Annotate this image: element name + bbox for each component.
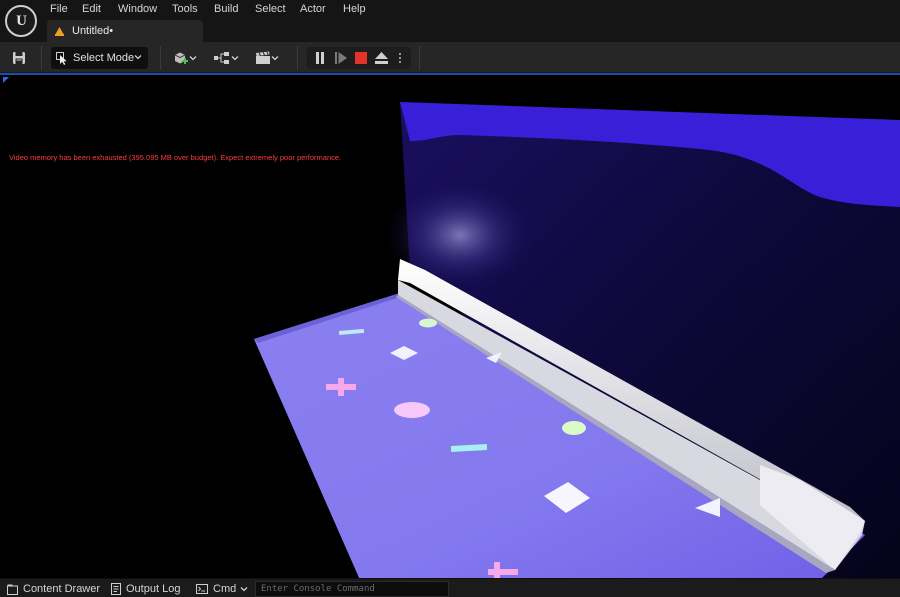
save-button[interactable] [8,47,30,69]
console-command-input[interactable] [255,581,449,597]
more-icon [398,52,402,64]
clapper-icon [256,51,270,64]
terminal-icon [196,584,208,594]
pause-button[interactable] [310,47,330,69]
menu-edit[interactable]: Edit [82,3,101,15]
floor-marker-green-dot-2 [562,421,586,435]
content-drawer-icon [7,584,18,595]
video-memory-warning: Video memory has been exhausted (395.095… [9,153,342,162]
tab-untitled[interactable]: Untitled• [47,20,203,42]
editor-window: U File Edit Window Tools Build Select Ac… [0,0,900,597]
unreal-logo-icon[interactable]: U [5,5,37,37]
save-icon [13,52,25,64]
chevron-down-icon [271,56,279,61]
pause-icon [316,52,324,64]
menu-bar: U File Edit Window Tools Build Select Ac… [0,0,900,42]
toolbar-divider [419,46,420,70]
toolbar-divider [41,46,42,70]
level-icon [55,27,64,36]
logo-text: U [16,12,27,29]
floor-marker-ellipse [394,402,430,418]
mode-select-dropdown[interactable]: Select Mode [51,47,148,69]
play-controls [307,47,411,69]
viewport-focus-marker [3,77,9,83]
cmd-dropdown[interactable]: Cmd [196,581,253,597]
output-log-button[interactable]: Output Log [111,581,180,597]
output-log-icon [111,583,121,595]
add-actor-button[interactable] [170,47,200,69]
menu-tools[interactable]: Tools [172,3,198,15]
stop-icon [355,52,367,64]
more-options-button[interactable] [393,47,407,69]
content-drawer-button[interactable]: Content Drawer [7,581,100,597]
chevron-down-icon [240,587,248,592]
step-icon [335,52,347,64]
eject-icon [374,52,388,64]
toolbar-divider [160,46,161,70]
menu-help[interactable]: Help [343,3,366,15]
cinematics-button[interactable] [252,47,282,69]
add-actor-icon [174,52,188,64]
content-drawer-label: Content Drawer [23,583,101,595]
blueprint-button[interactable] [210,47,242,69]
chevron-down-icon [134,55,142,60]
level-viewport[interactable]: Video memory has been exhausted (395.095… [0,73,900,578]
menu-select[interactable]: Select [255,3,286,15]
step-button[interactable] [331,47,351,69]
floor-marker-green-dot [419,318,437,328]
eject-button[interactable] [371,47,391,69]
viewport-scene [254,102,900,578]
blueprint-icon [214,52,229,64]
stop-button[interactable] [351,47,371,69]
select-cursor-icon [56,51,67,65]
tab-label: Untitled• [72,25,114,37]
menu-build[interactable]: Build [214,3,238,15]
main-toolbar: Select Mode [0,42,900,73]
menu-file[interactable]: File [50,3,68,15]
output-log-label: Output Log [126,583,181,595]
status-bar: Content Drawer Output Log Cmd [0,578,900,597]
toolbar-divider [297,46,298,70]
mode-label: Select Mode [73,52,135,64]
menu-window[interactable]: Window [118,3,157,15]
cmd-label: Cmd [213,583,237,595]
menu-actor[interactable]: Actor [300,3,326,15]
chevron-down-icon [231,56,239,61]
chevron-down-icon [189,56,197,61]
